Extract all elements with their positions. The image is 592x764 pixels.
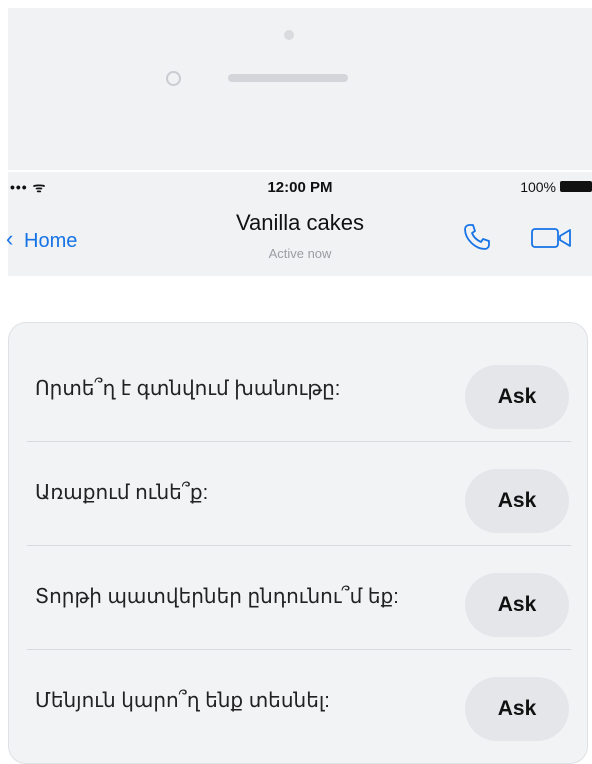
question-row: Մենյուն կարո՞ղ ենք տեսնել: Ask [27, 649, 571, 753]
question-row: Որտե՞ղ է գտնվում խանութը: Ask [27, 337, 571, 442]
chat-header: ‹ Home Vanilla cakes Active now [6, 200, 592, 276]
phone-icon[interactable] [462, 222, 492, 252]
question-row: Առաքում ունե՞ք: Ask [27, 441, 571, 546]
video-camera-icon[interactable] [530, 226, 574, 250]
ask-button[interactable]: Ask [465, 573, 569, 637]
status-bar: ••• ᯤ 12:00 PM 100% [8, 172, 592, 200]
question-text: Մենյուն կարո՞ղ ենք տեսնել: [35, 690, 330, 712]
question-text: Առաքում ունե՞ք: [35, 482, 209, 504]
ask-button[interactable]: Ask [465, 365, 569, 429]
front-camera [166, 71, 181, 86]
chat-title: Vanilla cakes [236, 210, 364, 235]
sensor-dot [284, 30, 294, 40]
ask-button[interactable]: Ask [465, 469, 569, 533]
battery-percentage: 100% [520, 179, 556, 195]
suggested-questions-card: Որտե՞ղ է գտնվում խանութը: Ask Առաքում ու… [8, 322, 588, 764]
status-time: 12:00 PM [267, 179, 333, 196]
question-text: Տորթի պատվերներ ընդունու՞մ եք: [35, 586, 399, 608]
earpiece-speaker [228, 74, 348, 82]
question-text: Որտե՞ղ է գտնվում խանութը: [35, 378, 341, 400]
device-top-bezel [8, 8, 592, 170]
ask-button[interactable]: Ask [465, 677, 569, 741]
question-row: Տորթի պատվերներ ընդունու՞մ եք: Ask [27, 545, 571, 650]
battery-icon [560, 181, 592, 192]
active-status: Active now [268, 246, 332, 261]
